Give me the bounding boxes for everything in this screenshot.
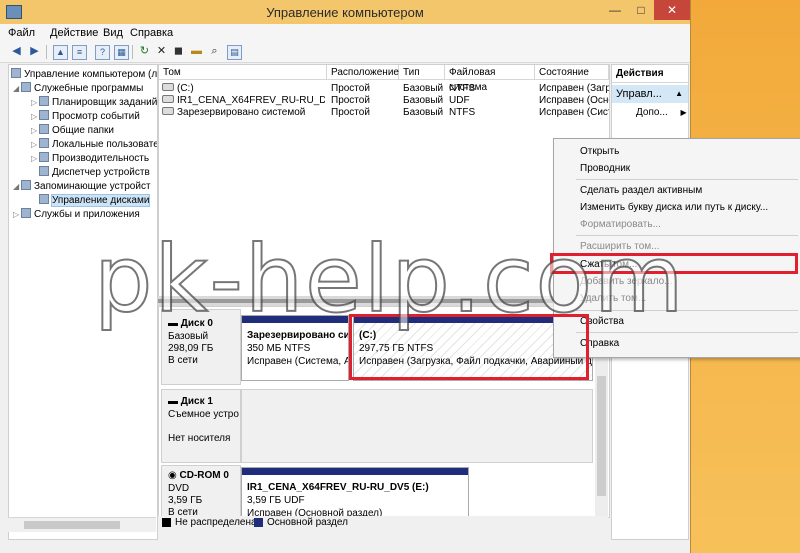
column-header-status[interactable]: Состояние — [535, 65, 609, 80]
disk-management-icon — [39, 194, 49, 204]
scrollbar-thumb[interactable] — [597, 376, 606, 496]
menu-separator — [576, 179, 798, 180]
disk1-empty-area — [241, 389, 593, 463]
chevron-down-icon[interactable]: ◢ — [13, 182, 21, 191]
legend: Не распределена Основной раздел — [158, 516, 608, 530]
table-row[interactable]: Зарезервировано системой Простой Базовый… — [159, 107, 609, 119]
tree-item-storage[interactable]: ◢ Запоминающие устройст — [13, 180, 151, 192]
shared-folder-icon — [39, 124, 49, 134]
tree-item-shared-folders[interactable]: ▷ Общие папки — [31, 124, 114, 136]
tree-item-computer-management[interactable]: Управление компьютером (л — [11, 68, 157, 80]
chevron-right-icon[interactable]: ▷ — [31, 126, 39, 135]
legend-swatch-unallocated — [162, 518, 171, 527]
device-manager-icon — [39, 166, 49, 176]
tree-item-event-viewer[interactable]: ▷ Просмотр событий — [31, 110, 140, 122]
tree-item-disk-management[interactable]: Управление дисками — [39, 194, 151, 207]
window-title: Управление компьютером — [266, 5, 424, 20]
title-bar[interactable]: Управление компьютером — □ ✕ — [0, 0, 690, 25]
menu-item-open[interactable]: Открыть — [580, 146, 619, 157]
disk0-status: В сети — [168, 355, 198, 366]
chevron-right-icon[interactable]: ▷ — [31, 140, 39, 149]
chevron-right-icon[interactable]: ▷ — [13, 210, 21, 219]
disk0-size: 298,09 ГБ — [168, 343, 214, 354]
chevron-right-icon: ▶ — [680, 108, 687, 117]
users-icon — [39, 138, 49, 148]
delete-icon[interactable]: ✕ — [155, 45, 168, 58]
menu-file[interactable]: Файл — [8, 27, 35, 39]
tree-item-task-scheduler[interactable]: ▷ Планировщик заданий — [31, 96, 157, 108]
refresh-icon[interactable]: ↻ — [138, 45, 151, 58]
actions-more[interactable]: Допо... ▶ — [636, 107, 687, 118]
tree-item-services[interactable]: ▷ Службы и приложения — [13, 208, 140, 220]
export-icon[interactable]: ▤ — [227, 45, 242, 60]
menu-item-mark-active[interactable]: Сделать раздел активным — [580, 185, 702, 196]
forward-icon[interactable]: ▶ — [28, 45, 41, 58]
tree-item-local-users[interactable]: ▷ Локальные пользовате — [31, 138, 157, 150]
scrollbar-thumb[interactable] — [24, 521, 120, 529]
cdrom0-type: DVD — [168, 483, 190, 494]
column-header-type[interactable]: Тип — [399, 65, 445, 80]
disk1-status: Нет носителя — [168, 433, 231, 444]
disk1-label[interactable]: ▬ Диск 1 Съемное устро Нет носителя — [161, 389, 241, 463]
drive-icon — [162, 107, 174, 115]
tree-item-performance[interactable]: ▷ Производительность — [31, 152, 149, 164]
cdrom0-name: ◉ CD-ROM 0 — [168, 470, 229, 481]
performance-icon — [39, 152, 49, 162]
table-row[interactable]: IR1_CENA_X64FREV_RU-RU_DV5 (E:) Простой … — [159, 95, 609, 107]
column-header-volume[interactable]: Том — [159, 65, 327, 80]
toolbar: ◀ ▶ ▲ ≡ ? ▦ ↻ ✕ ◼ ▬ ⌕ ▤ — [0, 42, 690, 63]
back-icon[interactable]: ◀ — [10, 45, 23, 58]
actions-disk-management[interactable]: Управл... ▲ — [612, 85, 688, 103]
drive-icon — [162, 95, 174, 103]
console-icon[interactable]: ▦ — [114, 45, 129, 60]
tools-icon — [21, 82, 31, 92]
clock-icon — [39, 96, 49, 106]
drive-icon — [162, 83, 174, 91]
services-icon — [21, 208, 31, 218]
maximize-button[interactable]: □ — [628, 0, 654, 20]
legend-swatch-primary — [254, 518, 263, 527]
help-icon[interactable]: ? — [95, 45, 110, 60]
menu-help[interactable]: Справка — [130, 27, 173, 39]
menu-item-change-letter[interactable]: Изменить букву диска или путь к диску... — [580, 202, 768, 213]
disk1-type: Съемное устро — [168, 409, 239, 420]
properties-icon[interactable]: ≡ — [72, 45, 87, 60]
chevron-right-icon[interactable]: ▷ — [31, 154, 39, 163]
legend-unallocated: Не распределена — [175, 517, 257, 528]
toolbar-separator — [46, 45, 47, 59]
primary-partition-bar — [242, 468, 468, 475]
computer-icon — [11, 68, 21, 78]
cdrom0-size: 3,59 ГБ — [168, 495, 203, 506]
collapse-arrow-icon[interactable]: ▲ — [675, 85, 683, 103]
table-row[interactable]: (C:) Простой Базовый NTFS Исправен (Загр… — [159, 83, 609, 95]
close-button[interactable]: ✕ — [654, 0, 690, 20]
event-icon — [39, 110, 49, 120]
legend-primary: Основной раздел — [267, 517, 348, 528]
actions-header: Действия — [612, 65, 688, 83]
chevron-right-icon[interactable]: ▷ — [31, 112, 39, 121]
toolbar-separator — [132, 45, 133, 59]
disk1-name: ▬ Диск 1 — [168, 396, 213, 407]
chevron-right-icon[interactable]: ▷ — [31, 98, 39, 107]
menu-bar: Файл Действие Вид Справка — [0, 24, 690, 42]
up-folder-icon[interactable]: ▲ — [53, 45, 68, 60]
settings-icon[interactable]: ◼ — [172, 45, 185, 58]
menu-view[interactable]: Вид — [103, 27, 123, 39]
folder-icon[interactable]: ▬ — [190, 45, 203, 58]
partition-cdrom-e[interactable]: IR1_CENA_X64FREV_RU-RU_DV5 (E:) 3,59 ГБ … — [241, 467, 469, 517]
tree-item-device-manager[interactable]: Диспетчер устройств — [39, 166, 150, 178]
column-header-layout[interactable]: Расположение — [327, 65, 399, 80]
menu-action[interactable]: Действие — [50, 27, 98, 39]
tree-horizontal-scrollbar[interactable] — [8, 517, 156, 532]
watermark: pk-help.com — [93, 225, 686, 334]
menu-item-explorer[interactable]: Проводник — [580, 163, 630, 174]
minimize-button[interactable]: — — [602, 0, 628, 20]
storage-icon — [21, 180, 31, 190]
cdrom0-label[interactable]: ◉ CD-ROM 0 DVD 3,59 ГБ В сети — [161, 465, 241, 517]
chevron-down-icon[interactable]: ◢ — [13, 84, 21, 93]
search-icon[interactable]: ⌕ — [208, 45, 221, 58]
column-header-filesystem[interactable]: Файловая система — [445, 65, 535, 93]
tree-item-utilities[interactable]: ◢ Служебные программы — [13, 82, 143, 94]
